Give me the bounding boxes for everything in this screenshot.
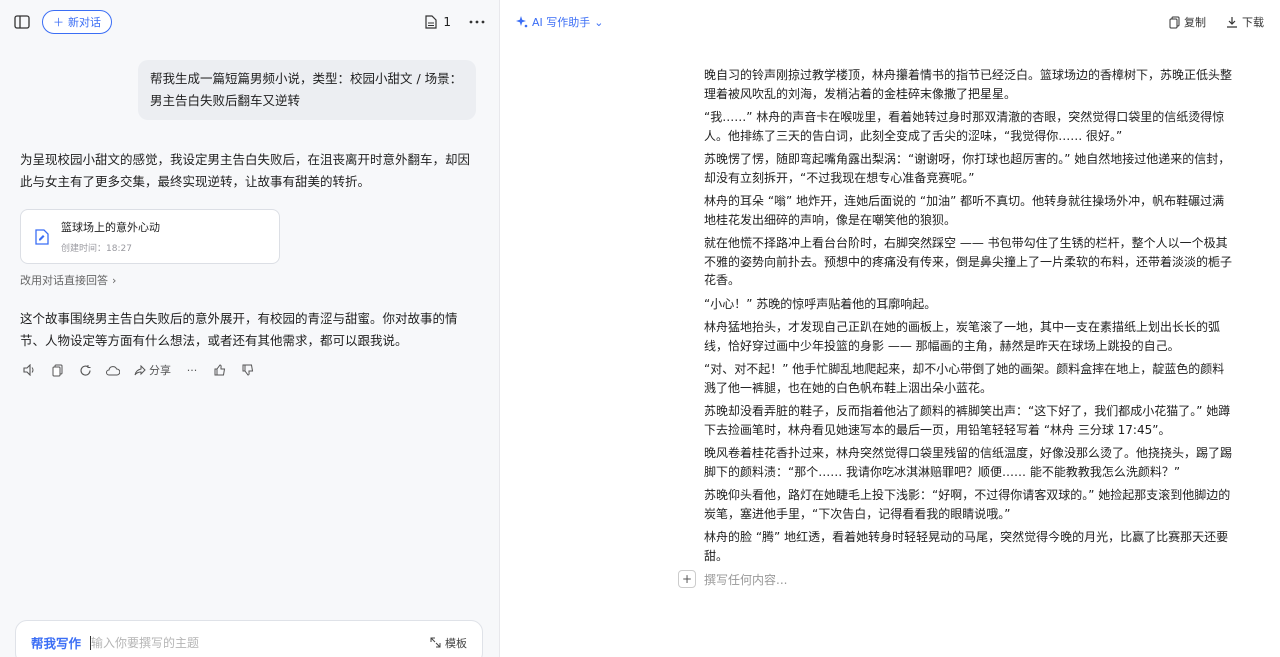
copy-icon[interactable] <box>50 363 64 377</box>
more-options-icon[interactable] <box>469 20 485 24</box>
template-label: 模板 <box>445 636 467 650</box>
topic-input[interactable] <box>91 635 430 650</box>
story-paragraph: 苏晚愣了愣，随即弯起嘴角露出梨涡：“谢谢呀，你打球也超厉害的。” 她自然地接过他… <box>704 152 1231 185</box>
regenerate-icon[interactable] <box>78 363 92 377</box>
download-icon <box>1227 17 1237 28</box>
document-title: 篮球场上的意外心动 <box>61 221 160 234</box>
switch-to-chat-link[interactable]: 改用对话直接回答 › <box>20 272 116 288</box>
app-window: ＋ 新对话 1 帮我生成一篇短篇男频小说，类型：校园小甜文 / 场景：男主告白失… <box>0 0 1280 657</box>
template-button[interactable]: 模板 <box>430 635 467 651</box>
add-block-icon[interactable]: + <box>678 570 696 588</box>
story-paragraph: 林舟猛地抬头，才发现自己正趴在她的画板上，炭笔滚了一地，其中一支在素描纸上划出长… <box>704 320 1221 353</box>
thumbs-down-icon[interactable] <box>241 363 255 377</box>
editor-header: AI 写作助手 ⌄ 复制 下载 <box>500 0 1280 44</box>
document-icon <box>425 15 437 29</box>
editor-panel: AI 写作助手 ⌄ 复制 下载 晚自习的铃声刚掠过教学楼顶，林舟攥着情书的指节已… <box>500 0 1280 657</box>
more-actions-icon[interactable]: ··· <box>185 363 199 377</box>
story-paragraph: 晚自习的铃声刚掠过教学楼顶，林舟攥着情书的指节已经泛白。篮球场边的香樟树下，苏晚… <box>704 68 1233 101</box>
story-paragraph: 林舟的脸 “腾” 地红透，看着她转身时轻轻晃动的马尾，突然觉得今晚的月光，比赢了… <box>704 530 1229 563</box>
message-actions: 分享 ··· <box>22 362 255 378</box>
story-paragraph: “我……” 林舟的声音卡在喉咙里，看着她转过身时那双清澈的杏眼，突然觉得口袋里的… <box>704 110 1225 143</box>
sparkle-icon <box>516 16 528 28</box>
chat-panel: ＋ 新对话 1 帮我生成一篇短篇男频小说，类型：校园小甜文 / 场景：男主告白失… <box>0 0 500 657</box>
cloud-save-icon[interactable] <box>106 363 120 377</box>
story-paragraph: “小心！” 苏晚的惊呼声贴着他的耳廓响起。 <box>704 296 937 311</box>
speaker-icon[interactable] <box>22 363 36 377</box>
expand-icon <box>430 637 441 648</box>
chevron-right-icon: › <box>112 273 117 287</box>
write-more-placeholder: 撰写任何内容... <box>704 572 788 587</box>
download-button[interactable]: 下载 <box>1226 14 1264 30</box>
ai-followup-message: 这个故事围绕男主告白失败后的意外展开，有校园的青涩与甜蜜。你对故事的情节、人物设… <box>20 311 458 348</box>
thumbs-up-icon[interactable] <box>213 363 227 377</box>
document-created-time: 创建时间：18:27 <box>61 244 132 254</box>
document-count-button[interactable]: 1 <box>425 15 451 29</box>
sidebar-toggle-icon[interactable] <box>14 15 30 29</box>
user-message-bubble: 帮我生成一篇短篇男频小说，类型：校园小甜文 / 场景：男主告白失败后翻车又逆转 <box>138 60 476 120</box>
share-icon <box>134 364 146 375</box>
copy-doc-icon <box>1169 16 1180 28</box>
story-paragraph: 林舟的耳朵 “嗡” 地炸开，连她后面说的 “加油” 都听不真切。他转身就往操场外… <box>704 194 1225 227</box>
write-more-row[interactable]: + 撰写任何内容... <box>678 570 787 588</box>
story-paragraph: 晚风卷着桂花香扑过来，林舟突然觉得口袋里残留的信纸温度，好像没那么烫了。他挠挠头… <box>704 446 1233 479</box>
chevron-down-icon: ⌄ <box>594 15 604 29</box>
new-chat-label: 新对话 <box>68 16 101 29</box>
new-chat-button[interactable]: ＋ 新对话 <box>42 10 112 34</box>
writing-mode-label[interactable]: 帮我写作 <box>31 633 81 652</box>
document-count: 1 <box>443 15 451 29</box>
composer-bar: 帮我写作 模板 <box>15 620 483 657</box>
download-label: 下载 <box>1242 16 1264 29</box>
doc-edit-icon <box>35 228 49 245</box>
ai-intro-message: 为呈现校园小甜文的感觉，我设定男主告白失败后，在沮丧离开时意外翻车，却因此与女主… <box>20 152 471 189</box>
document-card[interactable]: 篮球场上的意外心动 创建时间：18:27 <box>20 209 280 264</box>
plus-icon: ＋ <box>53 16 64 29</box>
story-paragraph: 苏晚仰头看他，路灯在她睫毛上投下浅影：“好啊，不过得你请客双球的。” 她捡起那支… <box>704 488 1231 521</box>
ai-assistant-label: AI 写作助手 <box>532 16 591 29</box>
share-label: 分享 <box>149 364 171 377</box>
ai-assistant-dropdown[interactable]: AI 写作助手 ⌄ <box>516 14 603 30</box>
story-paragraph: “对、对不起！” 他手忙脚乱地爬起来，却不小心带倒了她的画架。颜料盒摔在地上，靛… <box>704 362 1225 395</box>
switch-to-chat-label: 改用对话直接回答 <box>20 274 108 287</box>
story-document[interactable]: 晚自习的铃声刚掠过教学楼顶，林舟攥着情书的指节已经泛白。篮球场边的香樟树下，苏晚… <box>704 66 1232 570</box>
story-paragraph: 苏晚却没看弄脏的鞋子，反而指着他沾了颜料的裤脚笑出声：“这下好了，我们都成小花猫… <box>704 404 1231 437</box>
copy-button[interactable]: 复制 <box>1169 14 1206 30</box>
copy-label: 复制 <box>1184 16 1206 29</box>
share-button[interactable]: 分享 <box>134 362 171 378</box>
story-paragraph: 就在他慌不择路冲上看台台阶时，右脚突然踩空 —— 书包带勾住了生锈的栏杆，整个人… <box>704 236 1233 287</box>
chat-header: ＋ 新对话 1 <box>0 0 499 44</box>
